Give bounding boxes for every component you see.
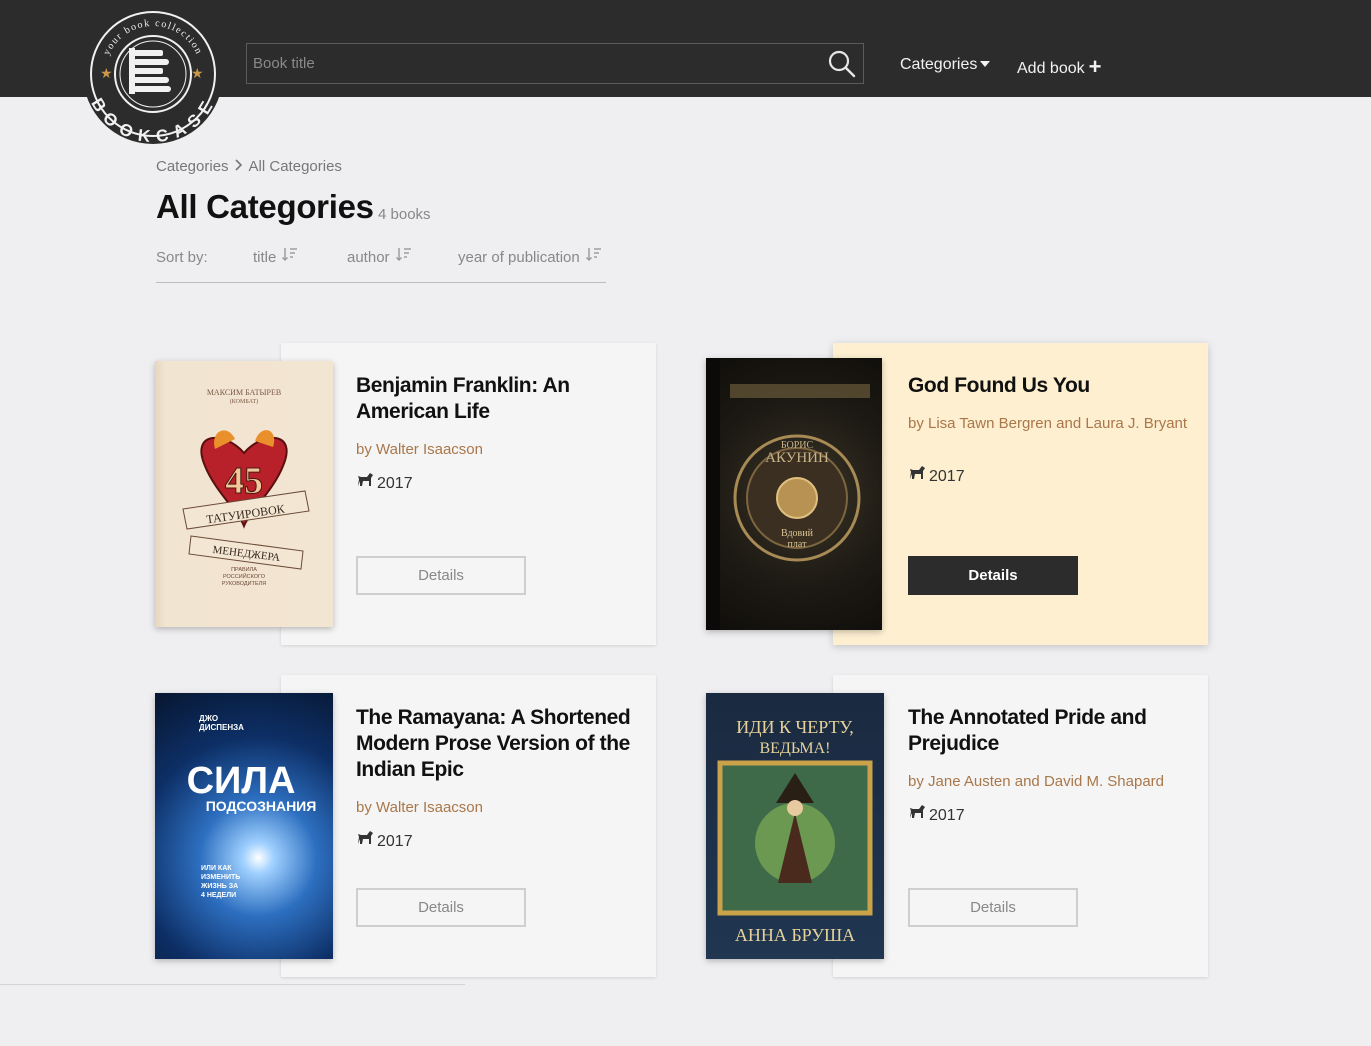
book-author: by Lisa Tawn Bergren and Laura J. Bryant xyxy=(908,415,1188,432)
chevron-down-icon xyxy=(980,60,991,67)
categories-label: Categories xyxy=(900,56,978,73)
page-title: All Categories xyxy=(156,188,374,225)
sort-option-label: title xyxy=(253,249,277,266)
sort-option-label: year of publication xyxy=(458,249,580,266)
add-book-link[interactable]: Add book + xyxy=(1017,54,1102,82)
book-year-value: 2017 xyxy=(929,807,965,825)
plus-icon: + xyxy=(1088,54,1102,79)
breadcrumb: Categories All Categories xyxy=(156,158,342,175)
sort-icon xyxy=(395,247,412,265)
book-count: 4 books xyxy=(378,206,431,223)
svg-text:ВЕДЬМА!: ВЕДЬМА! xyxy=(759,740,830,757)
horse-icon xyxy=(908,465,926,485)
svg-text:АКУНИН: АКУНИН xyxy=(765,450,829,466)
book-author: by Walter Isaacson xyxy=(356,799,483,816)
sort-by-title[interactable]: title xyxy=(253,247,298,267)
book-cover[interactable]: ДЖО ДИСПЕНЗА СИЛА ПОДСОЗНАНИЯ ИЛИ КАК ИЗ… xyxy=(155,693,333,959)
svg-text:ИЗМЕНИТЬ: ИЗМЕНИТЬ xyxy=(201,874,240,881)
book-title[interactable]: God Found Us You xyxy=(908,373,1198,399)
search-icon[interactable] xyxy=(827,49,857,79)
book-card: The Ramayana: A Shortened Modern Prose V… xyxy=(281,675,656,977)
svg-text:АННА БРУША: АННА БРУША xyxy=(735,925,855,945)
svg-text:МАКСИМ БАТЫРЕВ: МАКСИМ БАТЫРЕВ xyxy=(207,388,281,397)
sort-by-year[interactable]: year of publication xyxy=(458,247,602,267)
sort-bar: Sort by: title author year of publicatio… xyxy=(156,248,606,283)
book-card: The Annotated Pride and Prejudice by Jan… xyxy=(833,675,1208,977)
horse-icon xyxy=(356,472,374,492)
svg-text:ПОДСОЗНАНИЯ: ПОДСОЗНАНИЯ xyxy=(206,798,317,814)
details-button[interactable]: Details xyxy=(908,888,1078,927)
svg-text:плат: плат xyxy=(788,539,808,550)
book-card: God Found Us You by Lisa Tawn Bergren an… xyxy=(833,343,1208,645)
footer-divider xyxy=(0,984,465,985)
svg-text:СИЛА: СИЛА xyxy=(187,760,296,802)
add-book-label: Add book xyxy=(1017,60,1085,78)
book-year-value: 2017 xyxy=(377,475,413,493)
book-title[interactable]: Benjamin Franklin: An American Life xyxy=(356,373,646,425)
svg-text:ИЛИ КАК: ИЛИ КАК xyxy=(201,865,232,872)
book-author: by Walter Isaacson xyxy=(356,441,483,458)
svg-text:BOOKCASE: BOOKCASE xyxy=(87,95,218,144)
details-button[interactable]: Details xyxy=(356,556,526,595)
book-cover[interactable]: ИДИ К ЧЕРТУ, ВЕДЬМА! АННА БРУША xyxy=(706,693,884,959)
svg-text:Вдовий: Вдовий xyxy=(781,528,814,539)
book-card: Benjamin Franklin: An American Life by W… xyxy=(281,343,656,645)
svg-text:РУКОВОДИТЕЛЯ: РУКОВОДИТЕЛЯ xyxy=(222,581,266,587)
svg-text:45: 45 xyxy=(225,460,263,502)
details-button[interactable]: Details xyxy=(356,888,526,927)
book-year: 2017 xyxy=(908,465,965,487)
svg-text:★: ★ xyxy=(191,66,204,82)
svg-text:ДЖО: ДЖО xyxy=(199,714,218,723)
book-cover[interactable]: МАКСИМ БАТЫРЕВ (КОМБАТ) 45 ТАТУИРОВОК МЕ… xyxy=(155,361,333,627)
sort-icon xyxy=(282,247,298,265)
svg-text:★: ★ xyxy=(100,66,113,82)
book-year: 2017 xyxy=(908,804,965,826)
svg-text:(КОМБАТ): (КОМБАТ) xyxy=(230,398,258,405)
search-box xyxy=(246,43,864,84)
svg-text:4 НЕДЕЛИ: 4 НЕДЕЛИ xyxy=(201,892,236,899)
breadcrumb-categories[interactable]: Categories xyxy=(156,158,229,175)
book-year-value: 2017 xyxy=(377,833,413,851)
sort-option-label: author xyxy=(347,249,390,266)
book-author: by Jane Austen and David M. Shapard xyxy=(908,773,1164,790)
horse-icon xyxy=(356,830,374,850)
chevron-right-icon xyxy=(234,158,243,175)
breadcrumb-all-categories[interactable]: All Categories xyxy=(249,158,342,175)
bookcase-logo[interactable]: your book collection BOOKCASE ★ ★ xyxy=(83,4,223,144)
book-year: 2017 xyxy=(356,830,413,852)
svg-text:ЖИЗНЬ ЗА: ЖИЗНЬ ЗА xyxy=(200,883,238,890)
horse-icon xyxy=(908,804,926,824)
svg-text:РОССИЙСКОГО: РОССИЙСКОГО xyxy=(223,572,266,580)
book-title[interactable]: The Annotated Pride and Prejudice xyxy=(908,705,1198,757)
categories-dropdown[interactable]: Categories xyxy=(900,56,991,74)
sort-icon xyxy=(585,247,602,265)
book-title[interactable]: The Ramayana: A Shortened Modern Prose V… xyxy=(356,705,646,783)
search-input[interactable] xyxy=(247,44,817,83)
book-year-value: 2017 xyxy=(929,468,965,486)
book-cover[interactable]: БОРИС АКУНИН Вдовий плат xyxy=(706,358,882,630)
sort-label: Sort by: xyxy=(156,249,208,266)
svg-text:ДИСПЕНЗА: ДИСПЕНЗА xyxy=(199,723,244,732)
details-button[interactable]: Details xyxy=(908,556,1078,595)
book-year: 2017 xyxy=(356,472,413,494)
sort-by-author[interactable]: author xyxy=(347,247,412,267)
svg-text:ПРАВИЛА: ПРАВИЛА xyxy=(231,567,257,573)
svg-text:ИДИ К ЧЕРТУ,: ИДИ К ЧЕРТУ, xyxy=(736,717,854,737)
